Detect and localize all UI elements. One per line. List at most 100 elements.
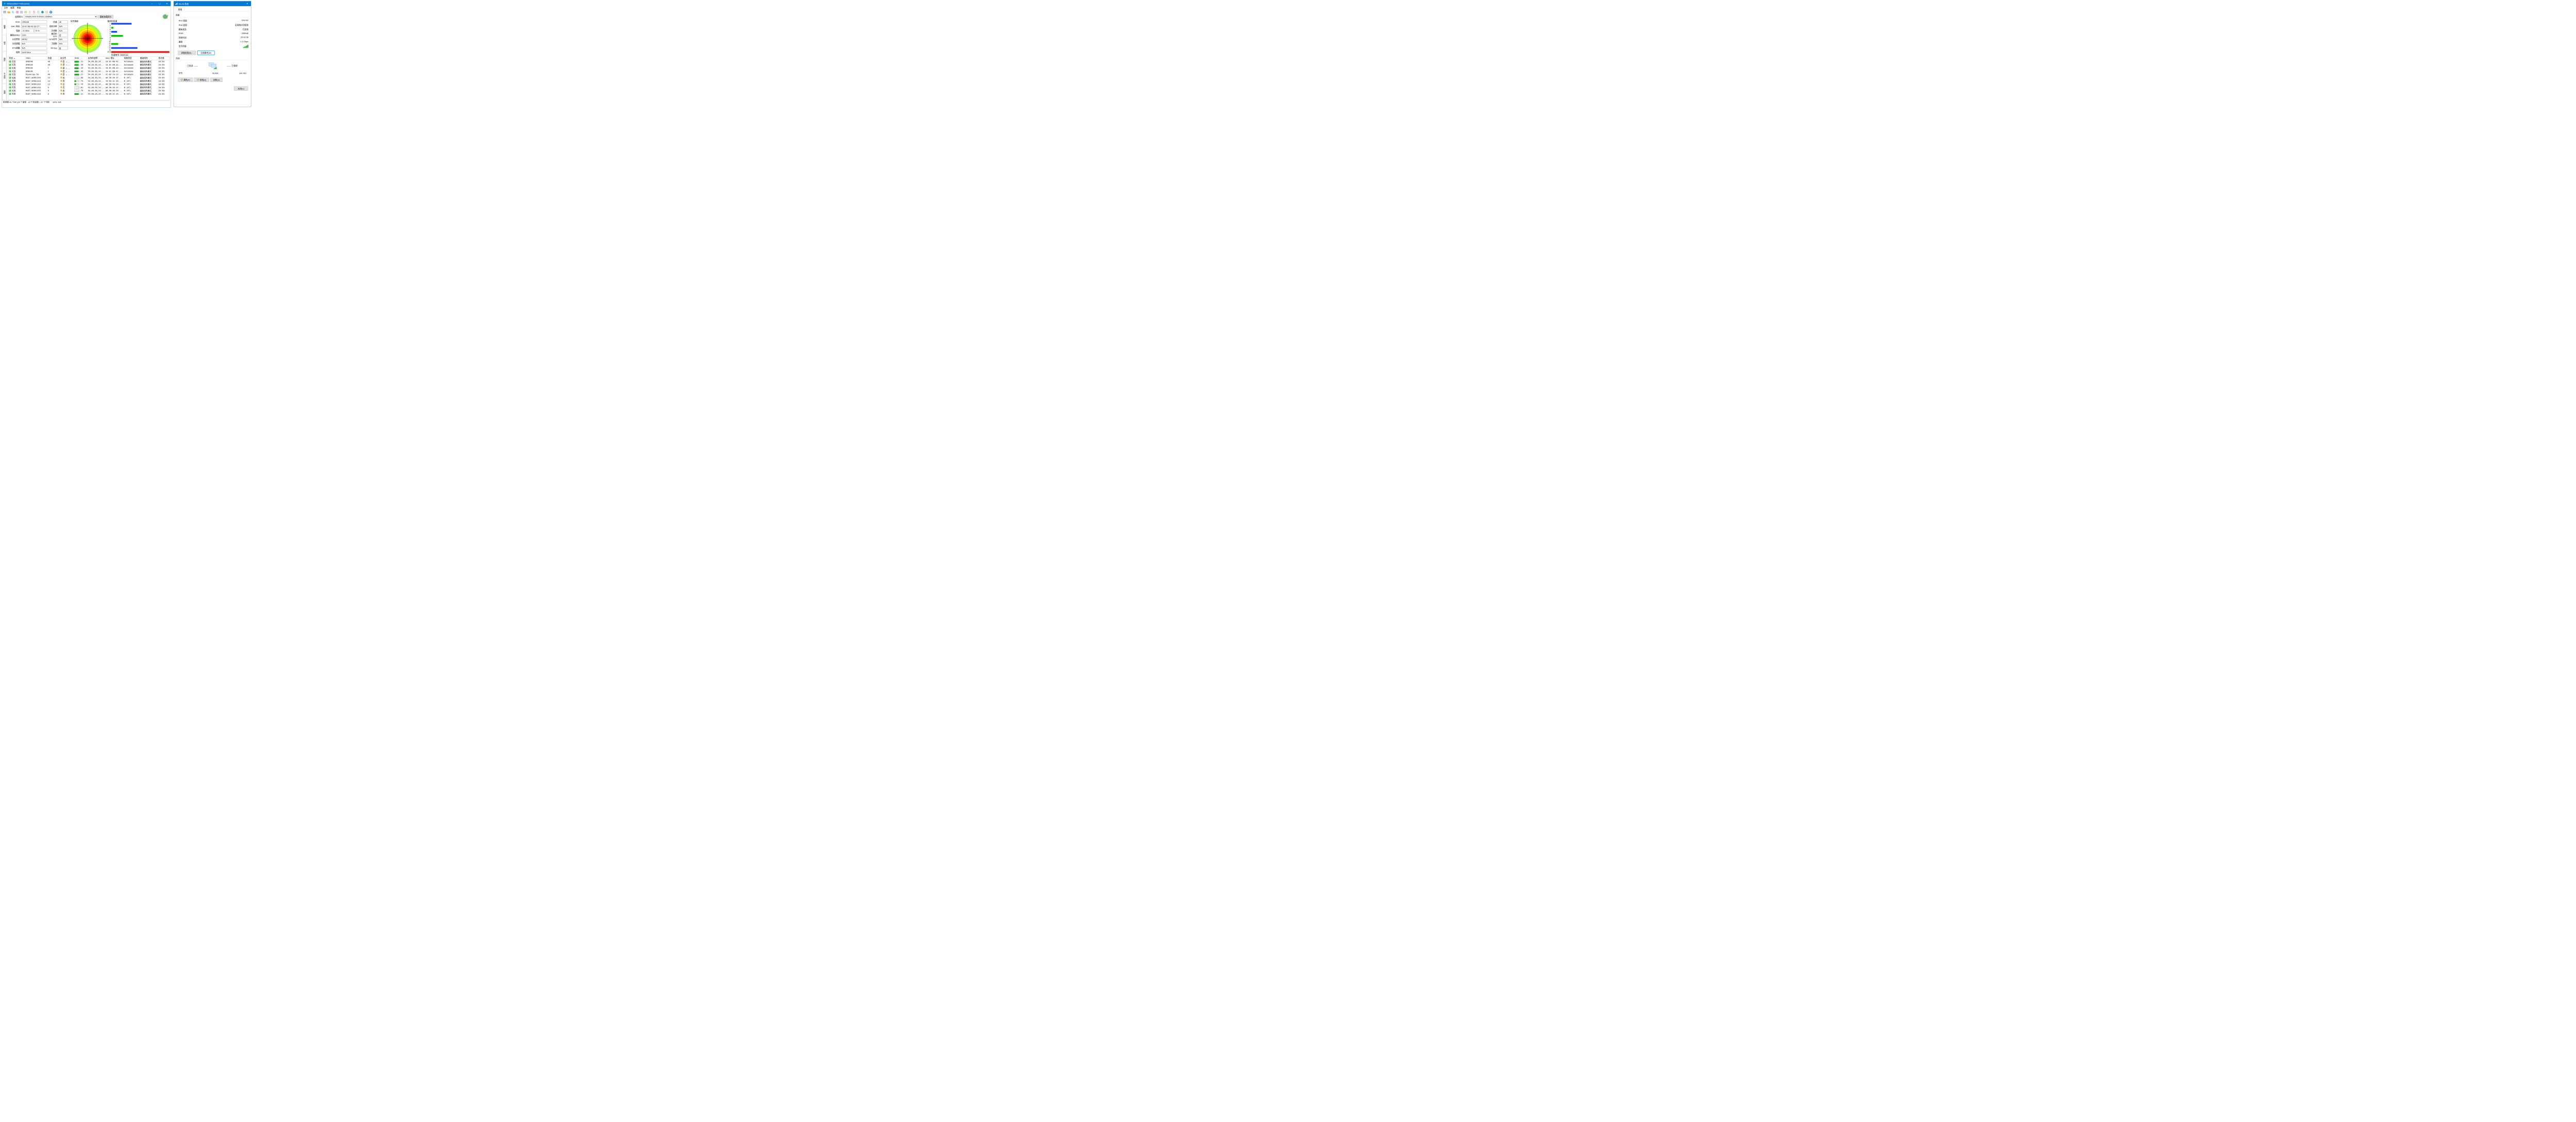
side-tabs: 概要 统计 图形 IP 连接 地图 <box>2 19 7 100</box>
save-icon[interactable] <box>3 10 7 14</box>
channel-bar <box>111 39 170 41</box>
col-header[interactable]: 安全性 <box>59 56 74 60</box>
tab-map[interactable]: 地图 <box>3 84 7 101</box>
tool-icon-2[interactable] <box>20 10 24 14</box>
channel-bar <box>111 49 170 51</box>
refresh-icon[interactable] <box>11 10 15 14</box>
menu-config[interactable]: 配置 <box>9 6 16 10</box>
rts-label: RTS阈值 <box>8 47 20 49</box>
content: SSID ORBI48 信道 48 MAC 地址 10-0C-6B-42-2D-… <box>7 19 171 100</box>
activity-panel: 已发送 —— —— 已接收 <box>176 62 249 70</box>
freq-label: 频率 <box>8 51 20 54</box>
bytes-recv: 104,760 <box>219 72 246 74</box>
ipv4-label: IPv4 连接: <box>179 19 188 22</box>
table-row[interactable]: 可用HUST_WIRELESS9否-8154,48,36,24...A8-58-… <box>8 86 170 89</box>
folder-icon[interactable] <box>7 10 11 14</box>
channel-label: 信道 <box>47 21 57 23</box>
adapter-select[interactable]: Intel(R) Wi-Fi 6 AX201 160MHz <box>24 15 97 19</box>
menu-help[interactable]: 帮助 <box>15 6 22 10</box>
menu-file[interactable]: 文件 <box>3 6 9 10</box>
help-icon[interactable]: ? <box>49 10 53 14</box>
bytes-label: 字节: <box>179 72 192 74</box>
main-area: 概要 统计 图形 IP 连接 地图 SSID ORBI48 信道 48 MAC … <box>2 19 171 100</box>
col-header[interactable]: RSSI <box>74 56 87 60</box>
tool-icon-5[interactable] <box>32 10 36 14</box>
adapter-row: 选择网卡 Intel(R) Wi-Fi 6 AX201 160MHz 重新加载网… <box>2 14 171 19</box>
channel-label: 11 <box>107 43 111 45</box>
table-header-row[interactable]: 状态▲SSID信道安全性RSSI支持的速率MAC 地址网络类型基础结构首次查 <box>8 56 170 60</box>
table-row[interactable]: 可用HUST_WIRELESS9否-3154,48,36,24...70-D9-… <box>8 92 170 95</box>
tab-graph[interactable]: 图形 <box>3 51 7 68</box>
lock-icon <box>60 92 62 94</box>
col-header[interactable]: SSID <box>25 56 46 60</box>
tab-summary[interactable]: 概要 <box>3 19 7 35</box>
properties-button[interactable]: 属性(P) <box>178 78 193 82</box>
tab-general[interactable]: 常规 <box>176 7 184 11</box>
status-led-icon <box>9 67 11 69</box>
col-header[interactable]: MAC 地址 <box>105 56 123 60</box>
reload-adapter-button[interactable]: 重新加载网卡 <box>98 15 113 19</box>
col-header[interactable]: 支持的速率 <box>87 56 105 60</box>
channel-bar <box>111 31 170 32</box>
titlebar[interactable]: WirelessMon Professional ─ ☐ ✕ <box>2 2 171 6</box>
ap-table[interactable]: 状态▲SSID信道安全性RSSI支持的速率MAC 地址网络类型基础结构首次查 可… <box>8 56 169 101</box>
status-led-icon <box>9 64 11 66</box>
status-led-icon <box>9 74 11 76</box>
col-header[interactable]: 首次查 <box>157 56 169 60</box>
tool-icon-6[interactable] <box>37 10 41 14</box>
status-led-icon <box>9 87 11 89</box>
disable-button[interactable]: 禁用(D) <box>194 78 209 82</box>
col-header[interactable]: 状态▲ <box>8 56 25 60</box>
table-row[interactable]: 可用HUST_WIRELESS13否-7654,48,36,24...A8-58… <box>8 82 170 86</box>
col-header[interactable]: 网络类型 <box>123 56 139 60</box>
adapter-label: 选择网卡 <box>15 15 23 18</box>
channel-bar <box>111 47 170 49</box>
channel-bar <box>111 43 170 45</box>
tool-icon-4[interactable] <box>28 10 32 14</box>
close-dialog-button[interactable]: 关闭(C) <box>234 87 248 91</box>
table-row[interactable]: 可用Miyanzqy-5G40是 (...-2154,48,36,24...2C… <box>8 73 170 76</box>
bytes-sent: 78,006 <box>192 72 218 74</box>
app-icon <box>4 3 6 5</box>
freq-value: 5240 MHz <box>21 51 47 54</box>
diagnose-button[interactable]: 诊断(G) <box>210 78 223 82</box>
maximize-button[interactable]: ☐ <box>156 2 163 6</box>
sigquality-label: 信号质量: <box>179 45 187 48</box>
status-led-icon <box>9 61 11 63</box>
media-value: 已启用 <box>243 28 248 30</box>
tool-icon-3[interactable] <box>24 10 28 14</box>
table-row[interactable]: 可用HUST_WIRELESS13否-7554,48,36,24...70-D9… <box>8 79 170 82</box>
tool-icon-1[interactable] <box>15 10 20 14</box>
details-button[interactable]: 详细信息(E)... <box>178 51 196 55</box>
sat-value: N/A <box>58 42 68 45</box>
tab-ipconn[interactable]: IP 连接 <box>3 68 7 84</box>
table-row[interactable]: 可用ORBI487是 (...-3454,48,36,24...10-0C-6B… <box>8 66 170 70</box>
table-row[interactable]: 可用HUST_WIRELESS9否-7954,48,36,24...A8-58-… <box>8 89 170 92</box>
minimize-button[interactable]: ─ <box>148 2 156 6</box>
status-led-icon <box>9 93 11 95</box>
table-row[interactable]: 可用ORBI4848是 (...-3654,48,36,24...10-0C-6… <box>8 63 170 66</box>
speed-value: 1.2 Gbps <box>241 41 248 43</box>
frag-label: 分段阈值 <box>8 42 20 45</box>
col-header[interactable]: 基础结构 <box>139 56 158 60</box>
tool-icon-7[interactable] <box>45 10 49 14</box>
globe-small-icon[interactable] <box>41 10 45 14</box>
frag-value: N/A <box>21 42 47 45</box>
txpower-label: 发射功率 <box>47 25 57 27</box>
speed-value: 1201 <box>21 34 47 37</box>
wlan-close-button[interactable]: ✕ <box>244 2 251 6</box>
svg-text:?: ? <box>50 11 52 13</box>
status-led-icon <box>9 80 11 82</box>
window-title: WirelessMon Professional <box>7 3 148 5</box>
table-row[interactable]: 可用HUST_WIRELESS13否-8054,48,36,24...A8-58… <box>8 76 170 79</box>
channel-bar <box>111 45 170 47</box>
close-button[interactable]: ✕ <box>163 2 171 6</box>
wireless-properties-button[interactable]: 无线属性(W) <box>197 51 215 55</box>
lock-icon <box>60 70 62 72</box>
status-led-icon <box>9 83 11 85</box>
table-row[interactable]: 可用ORBI487是 (...-3554,48,36,24...10-0C-6B… <box>8 70 170 73</box>
wlan-titlebar[interactable]: WLAN 状态 ✕ <box>174 2 251 6</box>
table-row[interactable]: 可用ORBI4848是 (...-3154,48,36,24...10-0C-6… <box>8 60 170 63</box>
tab-stats[interactable]: 统计 <box>3 35 7 52</box>
col-header[interactable]: 信道 <box>47 56 59 60</box>
